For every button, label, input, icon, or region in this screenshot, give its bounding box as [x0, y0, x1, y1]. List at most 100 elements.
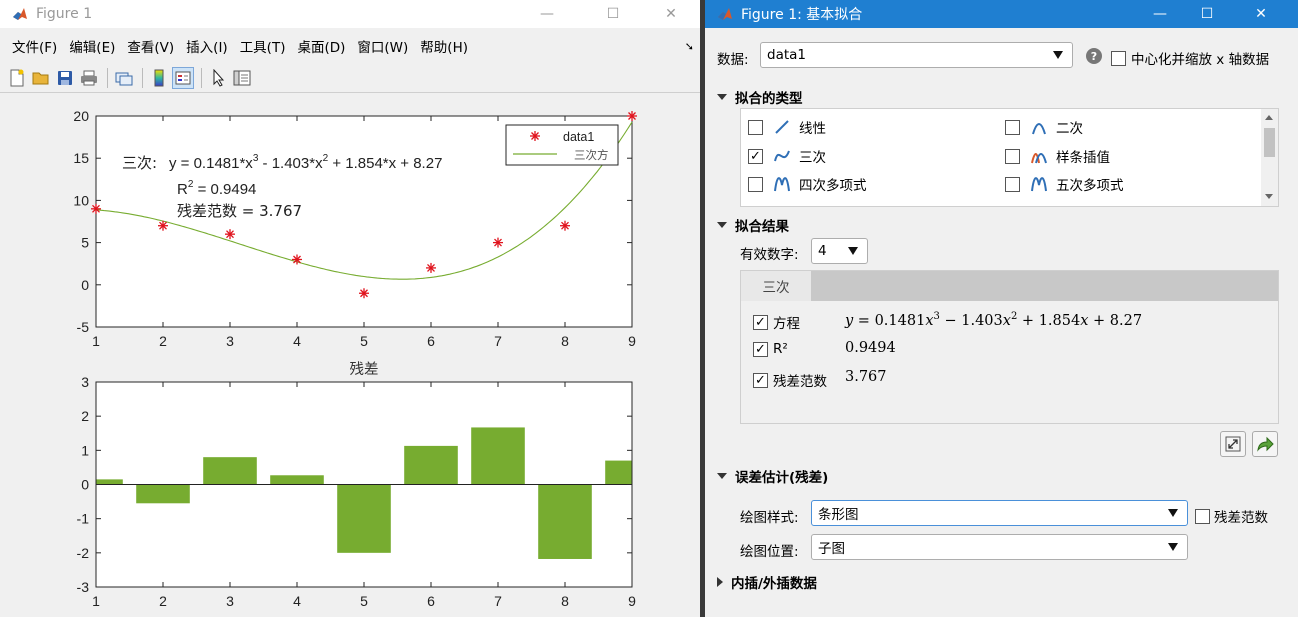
save-icon[interactable]: [54, 67, 76, 89]
residual-title: 残差: [350, 361, 379, 378]
fit-checkbox[interactable]: [748, 176, 763, 192]
top-y-tick-label: -5: [77, 319, 90, 335]
r2-row: ✓ R²: [753, 341, 788, 357]
menu-item[interactable]: 文件(F): [12, 36, 57, 56]
close-button[interactable]: ✕: [648, 0, 694, 28]
residual-bar: [136, 484, 190, 504]
plot-location-select[interactable]: 子图: [811, 534, 1188, 560]
scroll-thumb[interactable]: [1264, 128, 1275, 157]
minimize-button[interactable]: —: [1137, 0, 1183, 28]
fit-checkbox[interactable]: [1005, 148, 1020, 164]
data-point: [292, 254, 302, 265]
data-point: [627, 111, 637, 121]
bottom-y-tick-label: -2: [77, 545, 90, 561]
menu-item[interactable]: 帮助(H): [420, 36, 468, 56]
menu-item[interactable]: 工具(T): [240, 36, 286, 56]
top-y-tick-label: 15: [73, 150, 89, 166]
bottom-x-tick-label: 2: [159, 593, 167, 609]
annotation-prefix: 三次:: [122, 154, 157, 172]
data-point: [225, 229, 235, 240]
norm-checkbox[interactable]: ✓: [753, 372, 768, 388]
colorbar-icon[interactable]: [148, 67, 170, 89]
bottom-y-tick-label: 0: [81, 477, 89, 493]
export-icon[interactable]: [1252, 431, 1278, 457]
property-editor-icon[interactable]: [231, 67, 253, 89]
norm-row: ✓ 残差范数: [753, 370, 827, 390]
link-icon[interactable]: [113, 67, 135, 89]
data-point: [91, 203, 101, 214]
resid-norm-checkbox[interactable]: [1195, 508, 1210, 524]
residual-bar: [471, 427, 525, 485]
figure-canvas: 1 2 3 4 5 6 7 8 9 -5 0 5 10 15 20 三次: y = 0.1481*x3 - 1.…: [0, 96, 700, 617]
fit-option-linear[interactable]: 线性: [748, 117, 826, 137]
scroll-up-icon[interactable]: [1265, 115, 1273, 120]
menu-item[interactable]: 窗口(W): [357, 36, 408, 56]
center-scale-option[interactable]: 中心化并缩放 x 轴数据: [1111, 48, 1269, 68]
fit-label: 五次多项式: [1056, 178, 1124, 194]
section-results[interactable]: 拟合结果: [717, 215, 789, 235]
annotation-norm: 残差范数 = 3.767: [177, 202, 302, 220]
menu-item[interactable]: 插入(I): [186, 36, 228, 56]
pointer-icon[interactable]: [207, 67, 229, 89]
menu-item[interactable]: 查看(V): [127, 36, 174, 56]
center-scale-checkbox[interactable]: [1111, 50, 1126, 66]
annotation-equation: y = 0.1481*x3 - 1.403*x2 + 1.854*x + 8.2…: [169, 153, 442, 172]
section-fit-types[interactable]: 拟合的类型: [717, 87, 803, 107]
new-figure-icon[interactable]: [6, 67, 28, 89]
residual-bar: [538, 484, 592, 559]
fit-checkbox[interactable]: [1005, 119, 1020, 135]
menu-item[interactable]: 桌面(D): [297, 36, 345, 56]
fit-label: 三次: [799, 150, 826, 166]
top-x-tick-label: 2: [159, 333, 167, 349]
menu-item[interactable]: 编辑(E): [69, 36, 115, 56]
fit-checkbox[interactable]: [748, 119, 763, 135]
help-icon[interactable]: ?: [1086, 48, 1102, 64]
expand-icon[interactable]: [1220, 431, 1246, 457]
section-error[interactable]: 误差估计(残差): [717, 466, 828, 486]
data-select[interactable]: data1: [760, 42, 1073, 68]
section-interp[interactable]: 内插/外插数据: [717, 572, 817, 592]
maximize-button[interactable]: ☐: [1184, 0, 1230, 28]
r2-checkbox[interactable]: ✓: [753, 341, 768, 357]
section-error-title: 误差估计(残差): [735, 470, 829, 486]
plot-location-value: 子图: [818, 541, 845, 557]
scroll-down-icon[interactable]: [1265, 194, 1273, 199]
fit-option-quartic[interactable]: 四次多项式: [748, 174, 867, 194]
plot-style-select[interactable]: 条形图: [811, 500, 1188, 526]
fit-option-spline[interactable]: 样条插值: [1005, 146, 1110, 166]
dock-arrow-icon[interactable]: ➘: [685, 40, 694, 53]
bottom-x-tick-label: 6: [427, 593, 435, 609]
legend-icon[interactable]: [172, 67, 194, 89]
print-icon[interactable]: [78, 67, 100, 89]
expand-arrow-icon: [717, 577, 723, 587]
legend-label: 三次方: [574, 148, 609, 162]
bottom-y-tick-label: -3: [77, 579, 90, 595]
close-button[interactable]: ✕: [1238, 0, 1284, 28]
figure-window: Figure 1 — ☐ ✕ 文件(F) 编辑(E) 查看(V) 插入(I) 工具(T)…: [0, 0, 700, 617]
chevron-down-icon: [1053, 51, 1063, 59]
fit-label: 样条插值: [1056, 150, 1110, 166]
open-icon[interactable]: [30, 67, 52, 89]
fit-titlebar: Figure 1: 基本拟合 — ☐ ✕: [705, 0, 1298, 28]
scrollbar[interactable]: [1261, 109, 1278, 206]
residual-bar: [605, 460, 632, 485]
section-interp-title: 内插/外插数据: [731, 576, 817, 592]
bottom-y-tick-label: 1: [81, 442, 89, 458]
fit-option-cubic[interactable]: ✓ 三次: [748, 146, 826, 166]
norm-label: 残差范数: [773, 374, 827, 390]
minimize-button[interactable]: —: [524, 0, 570, 28]
fit-option-quintic[interactable]: 五次多项式: [1005, 174, 1124, 194]
residual-bar: [404, 445, 458, 485]
resid-norm-option[interactable]: 残差范数: [1195, 506, 1268, 526]
fit-checkbox[interactable]: ✓: [748, 148, 763, 164]
matlab-icon: [717, 6, 733, 22]
section-results-title: 拟合结果: [735, 219, 789, 235]
fit-checkbox[interactable]: [1005, 176, 1020, 192]
fit-option-quadratic[interactable]: 二次: [1005, 117, 1083, 137]
equation-checkbox[interactable]: ✓: [753, 314, 768, 330]
maximize-button[interactable]: ☐: [590, 0, 636, 28]
sig-digits-select[interactable]: 4: [811, 238, 868, 264]
results-tab-cubic[interactable]: 三次: [741, 271, 811, 301]
spline-icon: [1030, 147, 1048, 165]
quintic-icon: [1030, 175, 1048, 193]
